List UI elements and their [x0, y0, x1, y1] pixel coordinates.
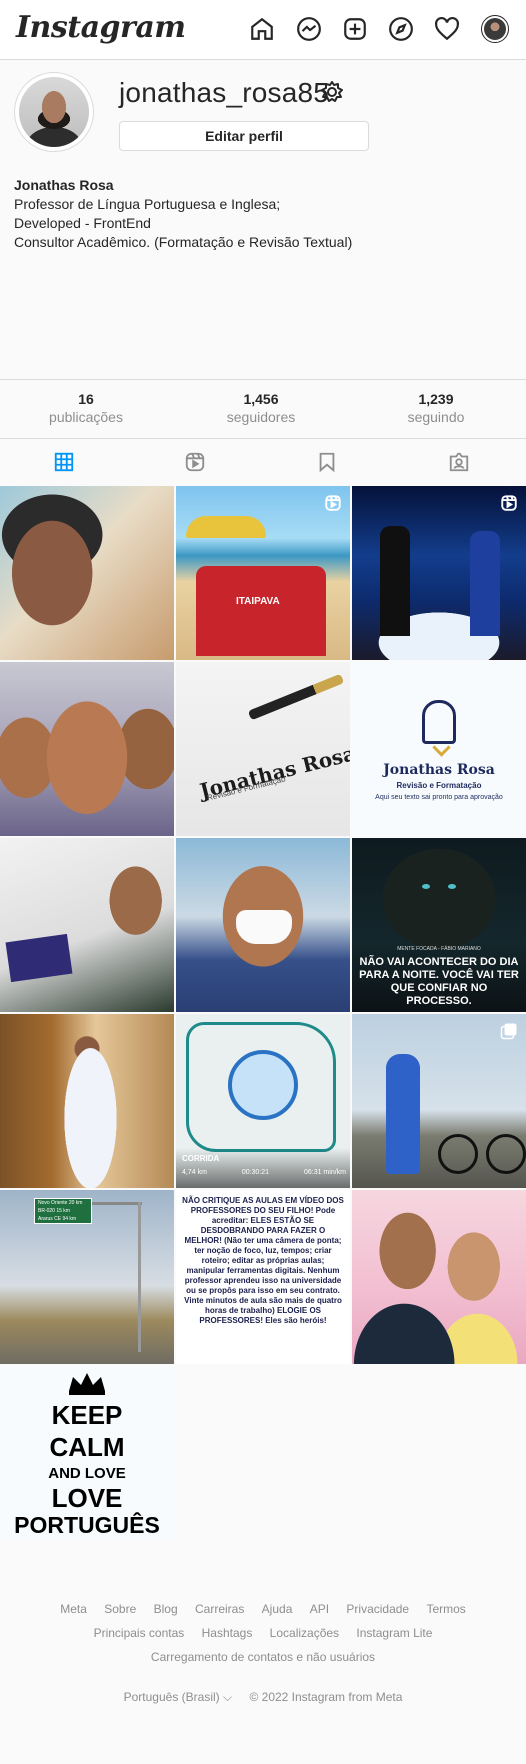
edit-profile-button[interactable]: Editar perfil: [119, 121, 369, 151]
post-thumbnail[interactable]: [176, 838, 350, 1012]
footer-links-row: Carregamento de contatos e não usuários: [0, 1648, 526, 1666]
posts-count: 16 publicações: [11, 390, 161, 426]
post-thumbnail[interactable]: [352, 486, 526, 660]
road-sign-line: BR-020 15 km: [38, 1208, 70, 1214]
activity-heart-icon[interactable]: [432, 14, 462, 44]
instagram-logo[interactable]: Instagram: [16, 10, 186, 45]
footer-links-row: Principais contas Hashtags Localizações …: [0, 1624, 526, 1642]
footer-link[interactable]: Instagram Lite: [356, 1626, 432, 1640]
road-sign-line: Novo Oriente 20 km: [38, 1200, 83, 1206]
profile-tabs: [0, 440, 526, 484]
footer-links-row: Meta Sobre Blog Carreiras Ajuda API Priv…: [0, 1600, 526, 1618]
post-thumbnail[interactable]: [0, 662, 174, 836]
tagged-icon[interactable]: [446, 449, 472, 475]
bio-line: Professor de Língua Portuguesa e Inglesa…: [14, 196, 281, 212]
hamster-wheel-icon: [228, 1050, 298, 1120]
bio-line: Developed - FrontEnd: [14, 215, 151, 231]
profile-bio: Jonathas Rosa Professor de Língua Portug…: [14, 176, 514, 252]
footer-link[interactable]: Ajuda: [262, 1602, 293, 1616]
reel-badge-icon: [325, 495, 341, 511]
run-time: 00:30:21: [241, 1169, 270, 1176]
footer-link[interactable]: Principais contas: [94, 1626, 185, 1640]
pen-nib-logo-icon: [422, 700, 456, 744]
post-thumbnail[interactable]: [0, 1014, 174, 1188]
footer-link[interactable]: Termos: [426, 1602, 465, 1616]
post-thumbnail[interactable]: [0, 486, 174, 660]
post-brand-title: Jonathas Rosa: [383, 762, 495, 778]
post-thumbnail[interactable]: MENTE FOCADA - FÁBIO MARIANO NÃO VAI ACO…: [352, 838, 526, 1012]
profile-avatar[interactable]: [481, 15, 509, 43]
explore-icon[interactable]: [386, 14, 416, 44]
home-icon[interactable]: [247, 14, 277, 44]
copyright-text: © 2022 Instagram from Meta: [249, 1690, 403, 1704]
profile-stats: 16 publicações 1,456 seguidores 1,239 se…: [0, 379, 526, 439]
footer-link[interactable]: API: [310, 1602, 329, 1616]
keep-calm-line: CALM: [49, 1432, 125, 1462]
language-selector[interactable]: Português (Brasil) ⌵: [124, 1690, 233, 1704]
post-thumbnail[interactable]: [352, 1190, 526, 1364]
top-nav-bar: Instagram: [0, 0, 526, 60]
following-count-value: 1,239: [418, 391, 454, 407]
followers-count-value: 1,456: [243, 391, 279, 407]
footer-link[interactable]: Sobre: [104, 1602, 136, 1616]
post-brand-subtitle: Revisão e Formatação: [396, 781, 482, 790]
footer-link[interactable]: Privacidade: [346, 1602, 409, 1616]
footer-link[interactable]: Blog: [154, 1602, 178, 1616]
footer-link[interactable]: Meta: [60, 1602, 87, 1616]
carousel-badge-icon: [500, 1023, 517, 1040]
profile-picture[interactable]: [14, 72, 94, 152]
bio-line: Consultor Acadêmico. (Formatação e Revis…: [14, 234, 353, 250]
profile-username: jonathas_rosa85: [119, 77, 330, 108]
following-count[interactable]: 1,239 seguindo: [361, 390, 511, 426]
posts-count-label: publicações: [49, 409, 123, 425]
footer-link[interactable]: Localizações: [270, 1626, 339, 1640]
post-thumbnail[interactable]: ITAIPAVA: [176, 486, 350, 660]
language-selector-label: Português (Brasil): [123, 1690, 220, 1704]
post-brand-tagline: Aqui seu texto sai pronto para aprovação: [375, 794, 503, 801]
road-sign-line: Ararus CE 94 km: [38, 1216, 77, 1222]
saved-icon[interactable]: [314, 449, 340, 475]
post-thumbnail[interactable]: Novo Oriente 20 km BR-020 15 km Ararus C…: [0, 1190, 174, 1364]
post-thumbnail[interactable]: NÃO CRITIQUE AS AULAS EM VÍDEO DOS PROFE…: [176, 1190, 350, 1364]
run-pace: 06:31 min/km: [303, 1169, 346, 1176]
post-thumbnail[interactable]: Jonathas Rosa Revisão e Formatação Aqui …: [352, 662, 526, 836]
keep-calm-line: KEEP: [51, 1400, 123, 1430]
posts-count-value: 16: [78, 391, 94, 407]
followers-count[interactable]: 1,456 seguidores: [186, 390, 336, 426]
followers-count-label: seguidores: [226, 409, 296, 425]
reels-icon[interactable]: [182, 449, 208, 475]
run-label: CORRIDA: [182, 1154, 220, 1163]
road-sign: Novo Oriente 20 km BR-020 15 km Ararus C…: [34, 1198, 92, 1224]
post-text-message: NÃO CRITIQUE AS AULAS EM VÍDEO DOS PROFE…: [182, 1196, 344, 1325]
footer-link[interactable]: Carreiras: [195, 1602, 244, 1616]
post-quote-author: MENTE FOCADA - FÁBIO MARIANO: [397, 946, 481, 952]
run-distance: 4,74 km: [182, 1169, 207, 1176]
chevron-down-icon: ⌵: [223, 1690, 233, 1704]
keep-calm-line: LOVE: [51, 1483, 123, 1513]
post-thumbnail[interactable]: KEEP CALM AND LOVE LOVE PORTUGUÊS: [0, 1366, 174, 1540]
post-thumbnail[interactable]: [352, 1014, 526, 1188]
post-thumbnail[interactable]: [0, 838, 174, 1012]
footer-link[interactable]: Hashtags: [202, 1626, 253, 1640]
post-thumbnail[interactable]: Jonathas Rosa Revisão e Formatação: [176, 662, 350, 836]
keep-calm-line: AND LOVE: [48, 1465, 126, 1482]
new-post-icon[interactable]: [340, 14, 370, 44]
footer-link[interactable]: Carregamento de contatos e não usuários: [151, 1650, 375, 1664]
crown-icon: [69, 1373, 105, 1395]
messenger-icon[interactable]: [294, 14, 324, 44]
page-footer: Meta Sobre Blog Carreiras Ajuda API Priv…: [0, 1600, 526, 1706]
reel-badge-icon: [501, 495, 517, 511]
chair-brand-text: ITAIPAVA: [236, 596, 280, 607]
post-thumbnail[interactable]: CORRIDA 4,74 km 00:30:21 06:31 min/km: [176, 1014, 350, 1188]
keep-calm-line: PORTUGUÊS: [14, 1512, 160, 1538]
following-count-label: seguindo: [407, 409, 465, 425]
profile-full-name: Jonathas Rosa: [14, 177, 114, 193]
settings-gear-icon[interactable]: [318, 78, 346, 106]
post-quote-text: NÃO VAI ACONTECER DO DIA PARA A NOITE. V…: [359, 956, 519, 1007]
footer-bottom: Português (Brasil) ⌵ © 2022 Instagram fr…: [0, 1688, 526, 1706]
posts-grid-icon[interactable]: [51, 449, 77, 475]
